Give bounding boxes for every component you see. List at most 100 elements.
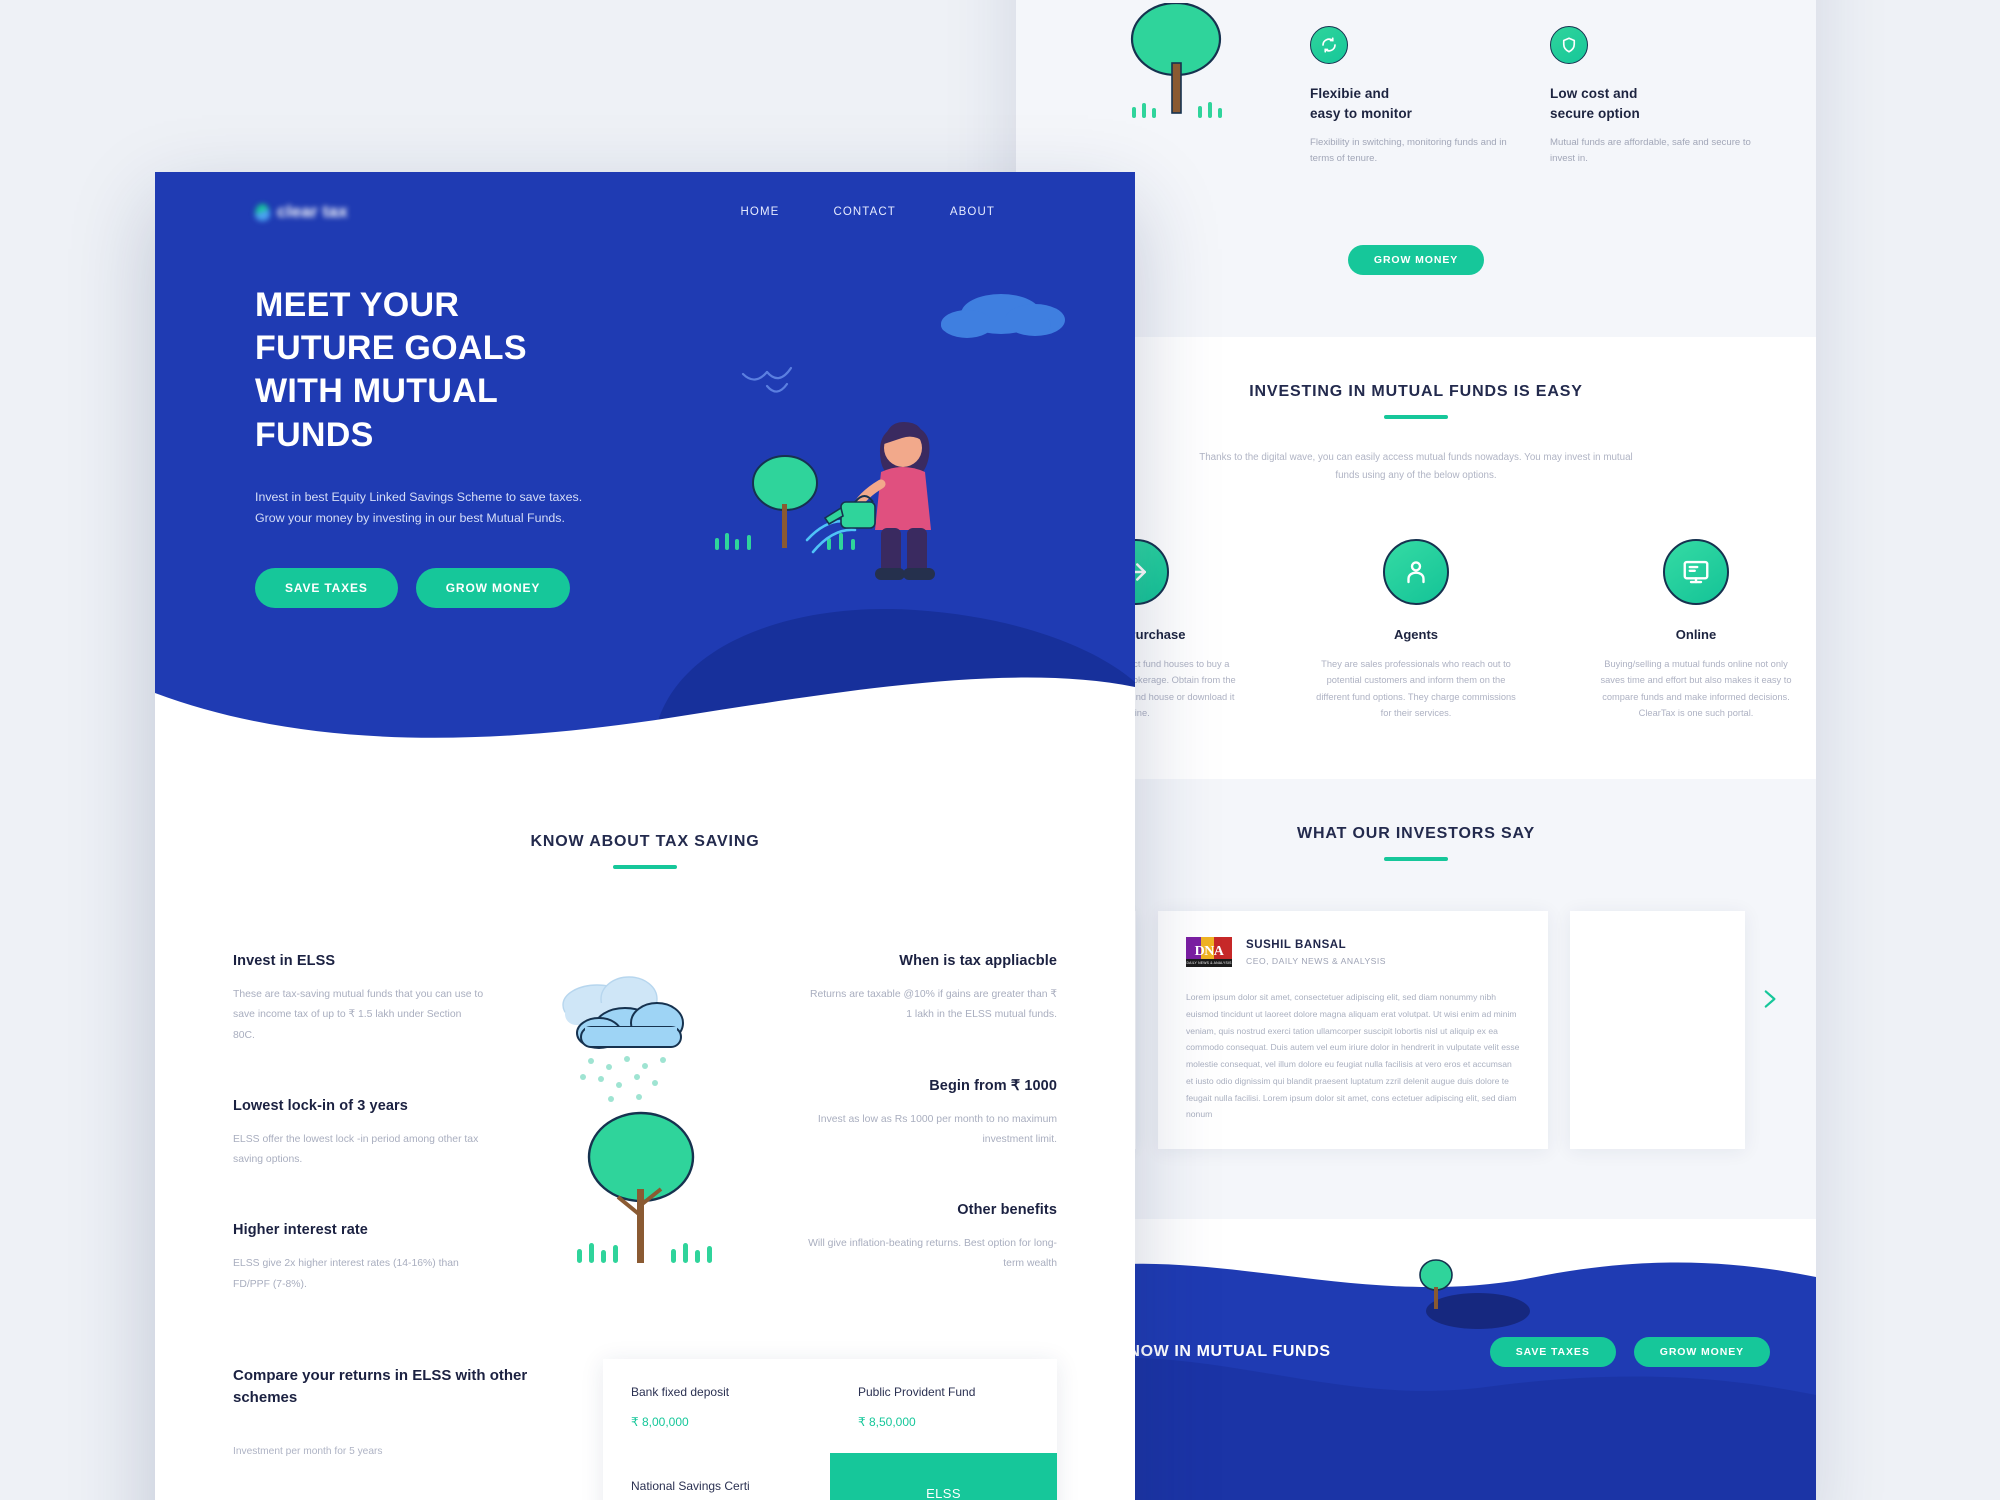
nav-links: HOME CONTACT ABOUT bbox=[741, 206, 1085, 218]
know-item-interest-rate: Higher interest rate ELSS give 2x higher… bbox=[233, 1222, 485, 1295]
know-item-heading: Invest in ELSS bbox=[233, 953, 336, 969]
sync-icon bbox=[1310, 26, 1348, 64]
testimonial-carousel[interactable]: DNA DAILY NEWS & ANALYSIS SUSHIL BANSAL … bbox=[1016, 911, 1816, 1150]
testimonials-title: WHAT OUR INVESTORS SAY bbox=[1297, 825, 1535, 843]
know-item-begin-from: Begin from ₹ 1000 Invest as low as Rs 10… bbox=[805, 1078, 1057, 1151]
compare-returns-section: Compare your returns in ELSS with other … bbox=[155, 1295, 1135, 1500]
why-feature-lowcost-line2: secure option bbox=[1550, 105, 1640, 121]
know-item-body: Invest as low as Rs 1000 per month to no… bbox=[817, 1113, 1057, 1145]
compare-cell-label: National Savings Certi bbox=[631, 1478, 750, 1493]
hero-buttons: SAVE TAXES GROW MONEY bbox=[255, 568, 595, 609]
cleartax-logo[interactable]: clear tax bbox=[255, 202, 348, 222]
know-item-invest-elss: Invest in ELSS These are tax-saving mutu… bbox=[233, 953, 485, 1046]
why-feature-lowcost-body: Mutual funds are affordable, safe and se… bbox=[1550, 137, 1751, 164]
section-rule bbox=[1384, 414, 1448, 419]
compare-cell-ppf: Public Provident Fund ₹ 8,50,000 bbox=[830, 1359, 1057, 1453]
testimonial-header: DNA DAILY NEWS & ANALYSIS SUSHIL BANSAL … bbox=[1186, 937, 1520, 968]
compare-cell-value: ₹ 8,00,000 bbox=[631, 1414, 689, 1429]
grass-shapes bbox=[715, 533, 855, 550]
know-left-column: Invest in ELSS These are tax-saving mutu… bbox=[233, 953, 505, 1295]
nav-link-about[interactable]: ABOUT bbox=[950, 206, 995, 218]
compare-card: Bank fixed deposit ₹ 8,00,000 Public Pro… bbox=[603, 1358, 1057, 1500]
grass-shapes bbox=[577, 1243, 712, 1263]
know-item-heading: Begin from ₹ 1000 bbox=[929, 1077, 1057, 1094]
nav-link-home[interactable]: HOME bbox=[741, 206, 780, 218]
why-feature-flexible: Flexibie and easy to monitor Flexibility… bbox=[1310, 26, 1522, 167]
compare-cell-label: Public Provident Fund bbox=[858, 1384, 976, 1399]
option-agents-heading: Agents bbox=[1393, 627, 1439, 642]
know-item-tax-applicable: When is tax appliacble Returns are taxab… bbox=[805, 953, 1057, 1026]
cloud-shape bbox=[941, 294, 1065, 338]
know-item-body: These are tax-saving mutual funds that y… bbox=[233, 989, 484, 1041]
know-item-body: ELSS give 2x higher interest rates (14-1… bbox=[233, 1258, 459, 1290]
save-taxes-button[interactable]: SAVE TAXES bbox=[255, 568, 398, 609]
nav-link-contact[interactable]: CONTACT bbox=[833, 206, 895, 218]
final-cta-inner: INVEST NOW IN MUTUAL FUNDS SAVE TAXES GR… bbox=[1016, 1337, 1816, 1368]
option-agents-body: They are sales professionals who reach o… bbox=[1316, 659, 1516, 718]
investing-easy-lead: Thanks to the digital wave, you can easi… bbox=[1199, 451, 1633, 481]
agent-person-icon bbox=[1383, 539, 1449, 605]
chevron-right-icon[interactable] bbox=[1752, 982, 1786, 1016]
compare-cell-elss-button[interactable]: ELSS bbox=[830, 1452, 1057, 1500]
testimonial-card-active[interactable]: DNA DAILY NEWS & ANALYSIS SUSHIL BANSAL … bbox=[1158, 911, 1548, 1150]
know-item-heading: Lowest lock-in of 3 years bbox=[233, 1097, 408, 1114]
hero-lead-line2: Grow your money by investing in our best… bbox=[255, 511, 565, 526]
know-item-heading: Other benefits bbox=[957, 1202, 1057, 1219]
dna-logo-icon: DNA DAILY NEWS & ANALYSIS bbox=[1186, 937, 1232, 968]
grow-money-button[interactable]: GROW MONEY bbox=[415, 568, 571, 609]
know-grid: Invest in ELSS These are tax-saving mutu… bbox=[155, 953, 1135, 1295]
know-tax-saving-section: KNOW ABOUT TAX SAVING Invest in ELSS The… bbox=[155, 747, 1135, 1295]
final-cta-section: INVEST NOW IN MUTUAL FUNDS SAVE TAXES GR… bbox=[1016, 1219, 1816, 1500]
why-feature-lowcost-line1: Low cost and bbox=[1550, 86, 1638, 101]
why-feature-lowcost-heading: Low cost and secure option bbox=[1550, 84, 1762, 123]
compare-copy: Compare your returns in ELSS with other … bbox=[233, 1359, 563, 1457]
dna-logo-text: DNA bbox=[1194, 944, 1224, 960]
mid-cta-section: GROW MONEY bbox=[1016, 210, 1816, 337]
know-item-body: ELSS offer the lowest lock -in period am… bbox=[233, 1133, 479, 1166]
front-page-screenshot: clear tax HOME CONTACT ABOUT MEET YOUR F… bbox=[155, 172, 1135, 1500]
hero-copy: MEET YOUR FUTURE GOALS WITH MUTUAL FUNDS… bbox=[155, 222, 595, 609]
monitor-icon bbox=[1663, 539, 1729, 605]
mockup-stage: Flexibie and easy to monitor Flexibility… bbox=[0, 0, 2000, 1500]
hero-lead: Invest in best Equity Linked Savings Sch… bbox=[255, 487, 595, 530]
option-agents: Agents They are sales professionals who … bbox=[1316, 539, 1516, 721]
option-online-heading: Online bbox=[1675, 627, 1717, 642]
grow-money-button-footer[interactable]: GROW MONEY bbox=[1633, 1337, 1770, 1368]
compare-cell-label: Bank fixed deposit bbox=[631, 1384, 730, 1399]
tree-silhouette-illustration bbox=[1419, 1259, 1530, 1330]
compare-heading: Compare your returns in ELSS with other … bbox=[233, 1366, 528, 1407]
navbar: clear tax HOME CONTACT ABOUT bbox=[155, 172, 1135, 222]
know-item-body: Returns are taxable @10% if gains are gr… bbox=[809, 989, 1057, 1021]
cleartax-logo-text: clear tax bbox=[277, 202, 348, 221]
investment-options-row: Direct Purchase You can directly contact… bbox=[1016, 539, 1816, 721]
section-rule bbox=[613, 865, 677, 869]
know-section-title: KNOW ABOUT TAX SAVING bbox=[530, 833, 760, 850]
save-taxes-button-footer[interactable]: SAVE TAXES bbox=[1489, 1337, 1616, 1368]
option-online-body: Buying/selling a mutual funds online not… bbox=[1600, 659, 1792, 718]
know-item-body: Will give inflation-beating returns. Bes… bbox=[808, 1238, 1057, 1270]
bird-shapes bbox=[741, 366, 793, 393]
shield-icon bbox=[1550, 26, 1588, 64]
testimonials-section: WHAT OUR INVESTORS SAY DNA DAILY NEWS & … bbox=[1016, 779, 1816, 1220]
option-online: Online Buying/selling a mutual funds onl… bbox=[1596, 539, 1796, 721]
testimonial-card-next[interactable] bbox=[1570, 911, 1745, 1150]
water-spray-shape bbox=[805, 519, 857, 554]
why-feature-flexible-body: Flexibility in switching, monitoring fun… bbox=[1310, 137, 1507, 164]
know-item-heading: Higher interest rate bbox=[233, 1222, 368, 1239]
grow-money-button-mid[interactable]: GROW MONEY bbox=[1347, 244, 1485, 275]
compare-cell-value: ₹ 8,50,000 bbox=[858, 1414, 916, 1429]
know-item-other-benefits: Other benefits Will give inflation-beati… bbox=[805, 1202, 1057, 1275]
investing-easy-section: INVESTING IN MUTUAL FUNDS IS EASY Thanks… bbox=[1016, 336, 1816, 780]
know-item-lock-in: Lowest lock-in of 3 years ELSS offer the… bbox=[233, 1098, 485, 1171]
why-mutual-funds-section: Flexibie and easy to monitor Flexibility… bbox=[1016, 0, 1816, 211]
why-feature-flexible-line1: Flexibie and bbox=[1310, 86, 1390, 101]
rain-tree-svg bbox=[562, 976, 712, 1263]
hero-section: clear tax HOME CONTACT ABOUT MEET YOUR F… bbox=[155, 172, 1135, 747]
why-feature-flexible-heading: Flexibie and easy to monitor bbox=[1310, 84, 1522, 123]
hero-heading: MEET YOUR FUTURE GOALS WITH MUTUAL FUNDS bbox=[255, 286, 527, 454]
testimonial-author-name: SUSHIL BANSAL bbox=[1246, 938, 1347, 951]
cleartax-logo-mark bbox=[255, 203, 270, 221]
hero-wave-divider bbox=[155, 677, 1135, 747]
know-item-heading: When is tax appliacble bbox=[899, 953, 1057, 969]
small-tree-shape bbox=[752, 455, 818, 548]
